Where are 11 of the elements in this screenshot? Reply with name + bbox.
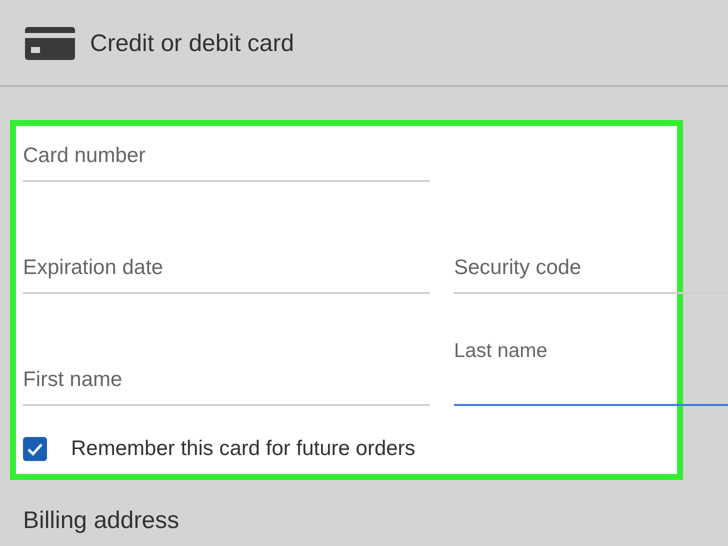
credit-card-icon [25,27,75,60]
text-field[interactable]: First name [23,368,430,406]
text-field[interactable]: Expiration date [23,256,430,294]
checkbox-label: Remember this card for future orders [71,437,416,461]
check-icon [27,442,43,456]
section-title: Credit or debit card [90,30,294,58]
section-title: Billing address [23,507,180,534]
text-field[interactable]: Card number [23,144,430,182]
checkbox[interactable] [23,437,47,461]
text-field[interactable]: Last name [454,339,728,406]
text-field[interactable]: Security code [454,256,728,294]
